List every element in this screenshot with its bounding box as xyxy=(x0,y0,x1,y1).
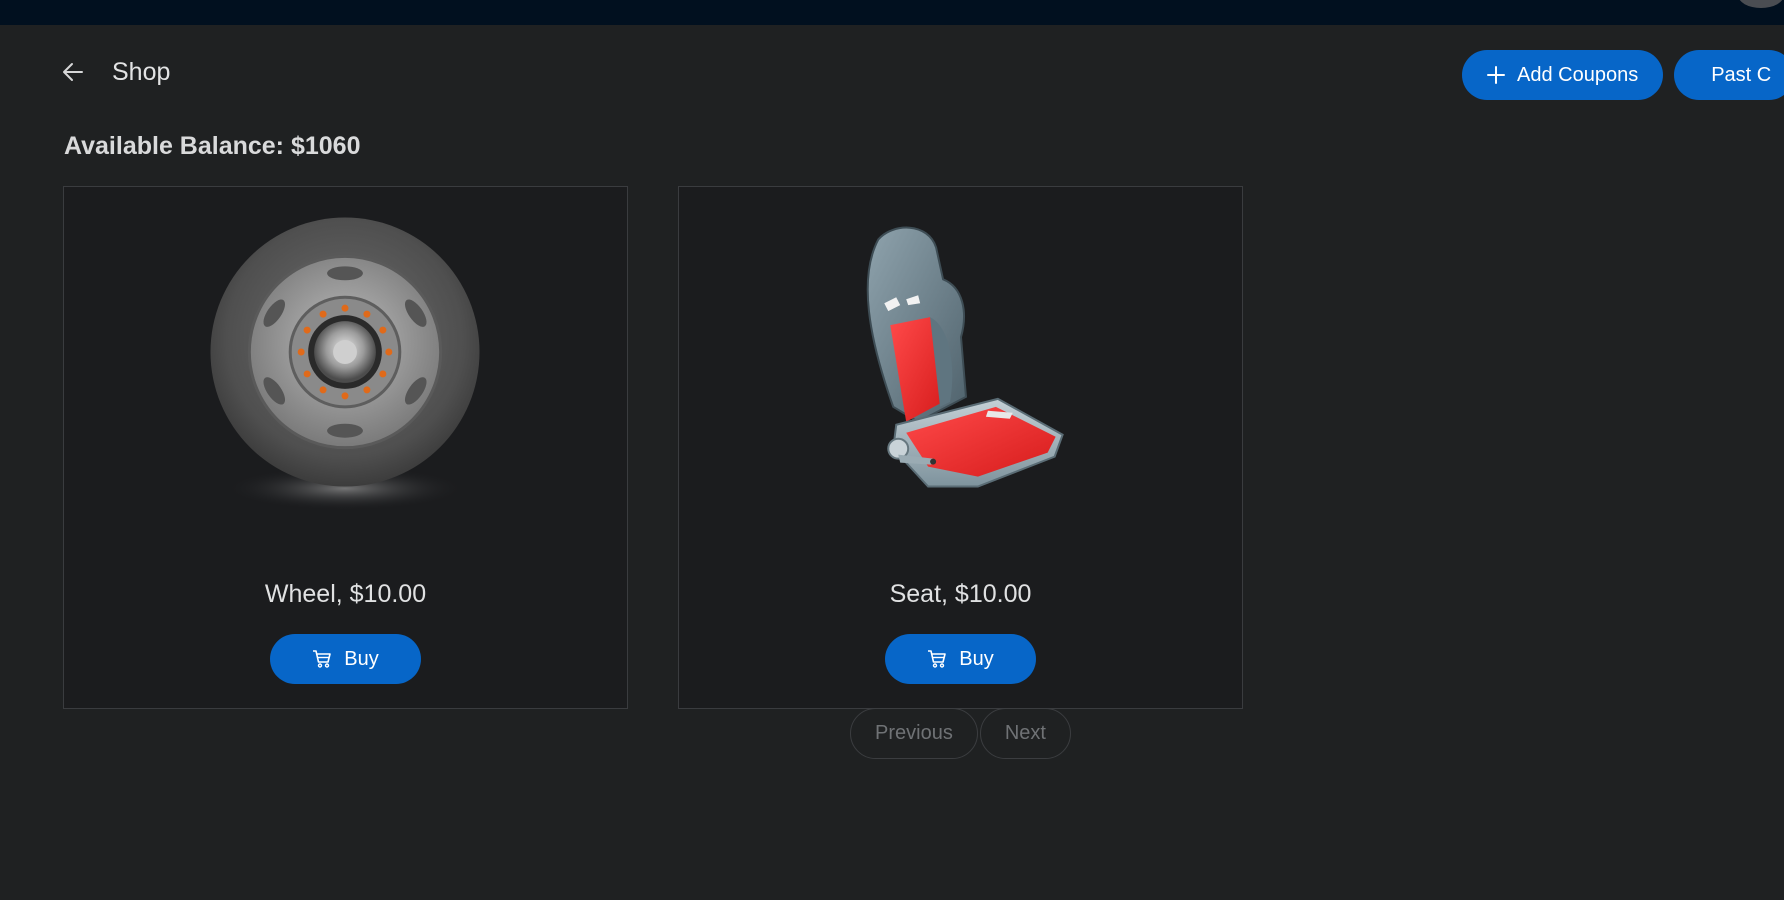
plus-icon xyxy=(1487,66,1505,84)
past-coupons-label: Past C xyxy=(1711,63,1772,86)
product-label: Wheel, $10.00 xyxy=(264,580,427,608)
past-coupons-button[interactable]: Past C xyxy=(1674,50,1784,100)
product-label: Seat, $10.00 xyxy=(889,580,1032,608)
back-button[interactable] xyxy=(56,55,90,89)
wheel-image xyxy=(210,217,480,511)
avatar[interactable] xyxy=(1738,0,1784,8)
arrow-left-icon xyxy=(63,63,83,81)
product-card-seat: Seat, $10.00 Buy xyxy=(678,186,1243,709)
available-balance: Available Balance: $1060 xyxy=(64,132,361,160)
buy-label: Buy xyxy=(959,647,994,670)
page-title: Shop xyxy=(112,57,171,86)
next-button[interactable]: Next xyxy=(979,708,1071,759)
seat-image xyxy=(866,226,1064,488)
buy-button-wheel[interactable]: Buy xyxy=(270,634,421,684)
add-coupons-button[interactable]: Add Coupons xyxy=(1462,50,1664,100)
pagination: Previous Next xyxy=(850,708,1071,759)
buy-label: Buy xyxy=(344,647,379,670)
previous-button[interactable]: Previous xyxy=(850,708,978,759)
top-bar xyxy=(0,0,1784,25)
cart-icon xyxy=(313,650,332,668)
add-coupons-label: Add Coupons xyxy=(1517,63,1639,86)
header-actions: Add Coupons Past C xyxy=(1462,50,1784,100)
product-card-wheel: Wheel, $10.00 Buy xyxy=(63,186,628,709)
page-header: Shop xyxy=(56,55,170,89)
cart-icon xyxy=(928,650,947,668)
buy-button-seat[interactable]: Buy xyxy=(885,634,1036,684)
